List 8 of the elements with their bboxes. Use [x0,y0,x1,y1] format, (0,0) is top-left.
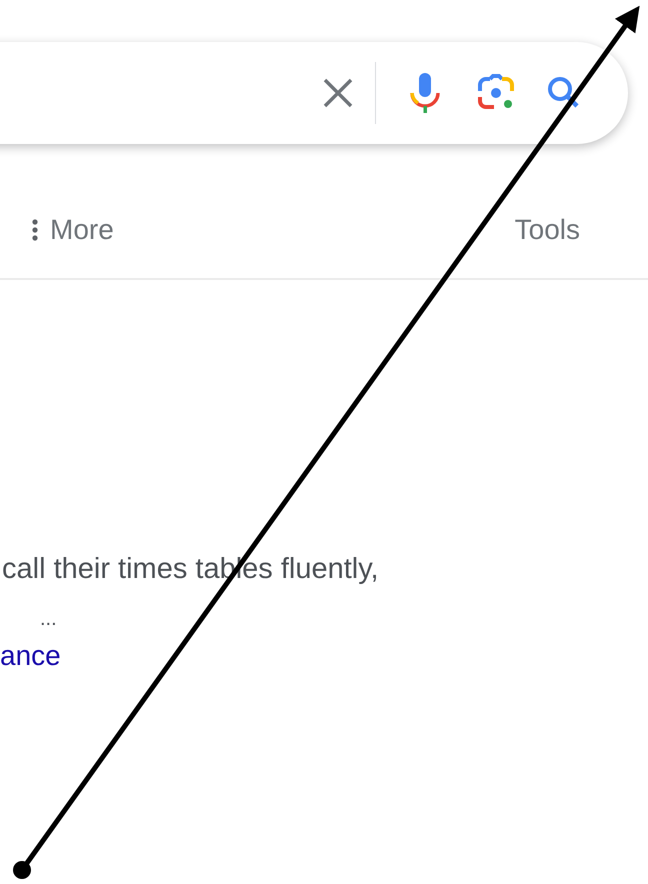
microphone-icon[interactable] [408,71,442,115]
more-menu[interactable]: More [32,214,114,246]
snippet-text: ... [39,607,58,632]
result-link[interactable]: ance [0,636,61,676]
tools-button[interactable]: Tools [514,214,580,246]
more-vertical-icon [32,219,38,241]
clear-icon[interactable] [321,76,355,110]
arrow-start-dot [13,861,31,879]
